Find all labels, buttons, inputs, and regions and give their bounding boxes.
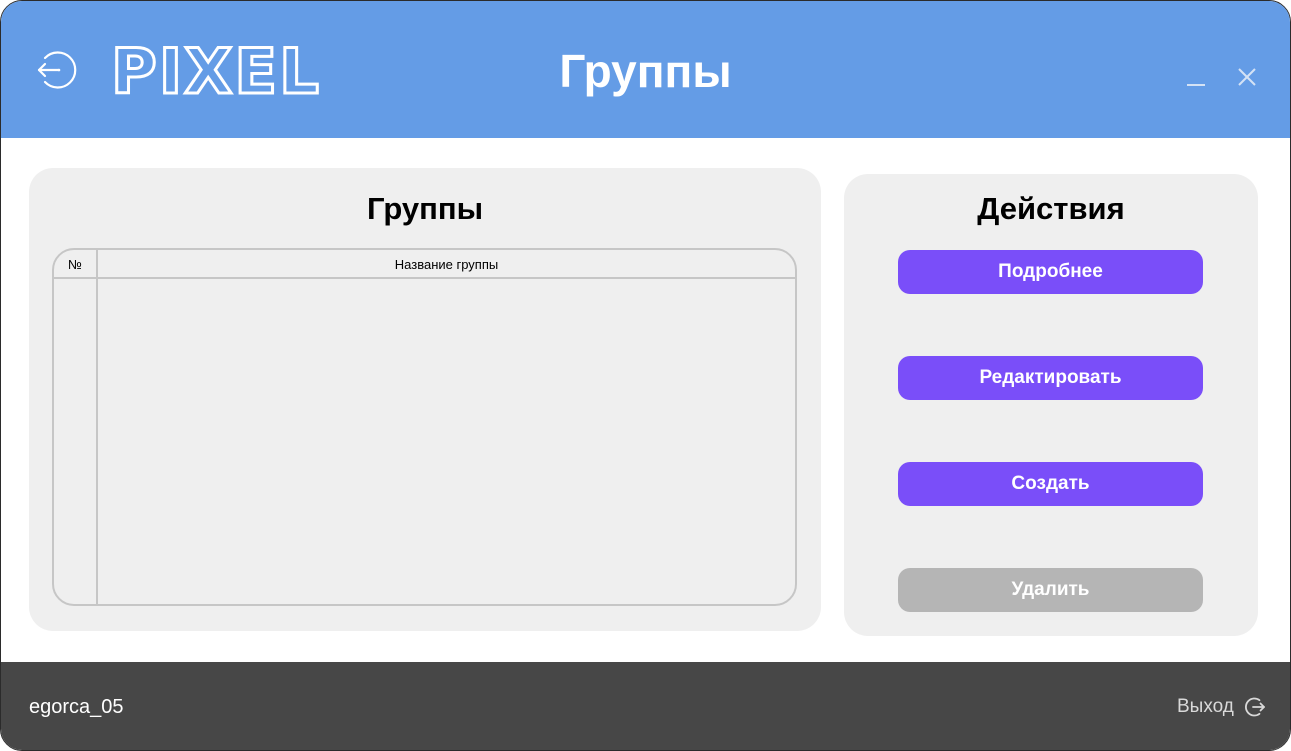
groups-table[interactable]: № Название группы [52, 248, 797, 606]
logout-icon [1244, 697, 1265, 717]
logout-button[interactable]: Выход [1177, 695, 1266, 719]
table-header: № Название группы [54, 250, 795, 279]
column-divider [96, 250, 98, 604]
page-title: Группы [559, 45, 732, 97]
username-label: egorca_05 [29, 696, 124, 718]
minimize-icon[interactable] [1184, 65, 1208, 89]
header-bar: PIXEL Группы [1, 1, 1290, 138]
details-button[interactable]: Подробнее [898, 250, 1203, 294]
actions-panel-title: Действия [977, 191, 1125, 226]
groups-panel: Группы № Название группы [29, 168, 821, 631]
column-header-group-name[interactable]: Название группы [98, 250, 795, 279]
create-button[interactable]: Создать [898, 462, 1203, 506]
column-header-number[interactable]: № [54, 250, 96, 279]
footer-bar: egorca_05 Выход [1, 662, 1290, 750]
close-icon[interactable] [1235, 65, 1259, 89]
edit-button[interactable]: Редактировать [898, 356, 1203, 400]
logout-label: Выход [1177, 696, 1234, 717]
app-window: PIXEL Группы Группы № Название группы Де… [0, 0, 1291, 751]
delete-button[interactable]: Удалить [898, 568, 1203, 612]
actions-panel: Действия Подробнее Редактировать Создать… [844, 174, 1258, 636]
groups-panel-title: Группы [366, 191, 484, 226]
